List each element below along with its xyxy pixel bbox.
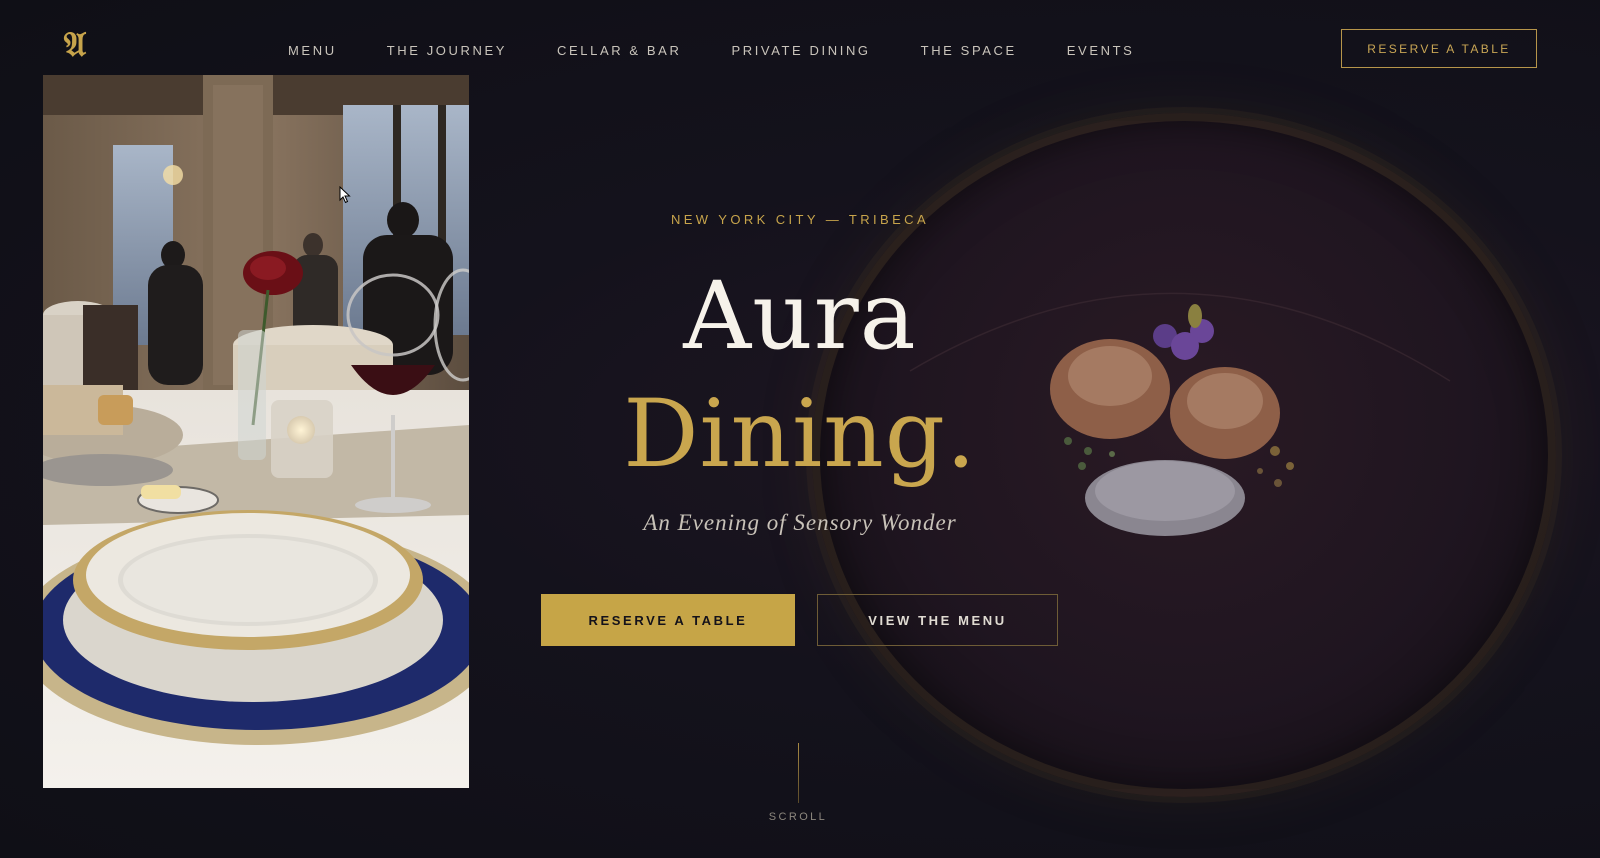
view-menu-button[interactable]: VIEW THE MENU (817, 594, 1058, 646)
main-nav: MENU THE JOURNEY CELLAR & BAR PRIVATE DI… (288, 40, 1134, 60)
hero-title-line-1: Aura (683, 262, 917, 371)
scroll-label[interactable]: SCROLL (738, 811, 858, 823)
hero-tagline: An Evening of Sensory Wonder (643, 510, 957, 535)
nav-item-private-dining[interactable]: PRIVATE DINING (731, 43, 870, 58)
nav-item-events[interactable]: EVENTS (1067, 43, 1135, 58)
hero-title-line-2: Dining. (623, 380, 977, 489)
header-reserve-button[interactable]: RESERVE A TABLE (1341, 29, 1537, 68)
location-eyebrow: NEW YORK CITY — TRIBECA (670, 212, 930, 227)
nav-item-menu[interactable]: MENU (288, 43, 337, 58)
mouse-cursor-icon (339, 186, 351, 204)
nav-item-cellar-bar[interactable]: CELLAR & BAR (557, 43, 681, 58)
restaurant-photo (43, 75, 469, 788)
nav-item-the-space[interactable]: THE SPACE (921, 43, 1017, 58)
nav-item-the-journey[interactable]: THE JOURNEY (387, 43, 507, 58)
reserve-table-button[interactable]: RESERVE A TABLE (541, 594, 795, 646)
brand-logo[interactable]: 𝔄 (58, 26, 92, 64)
scroll-indicator-line (798, 743, 799, 803)
